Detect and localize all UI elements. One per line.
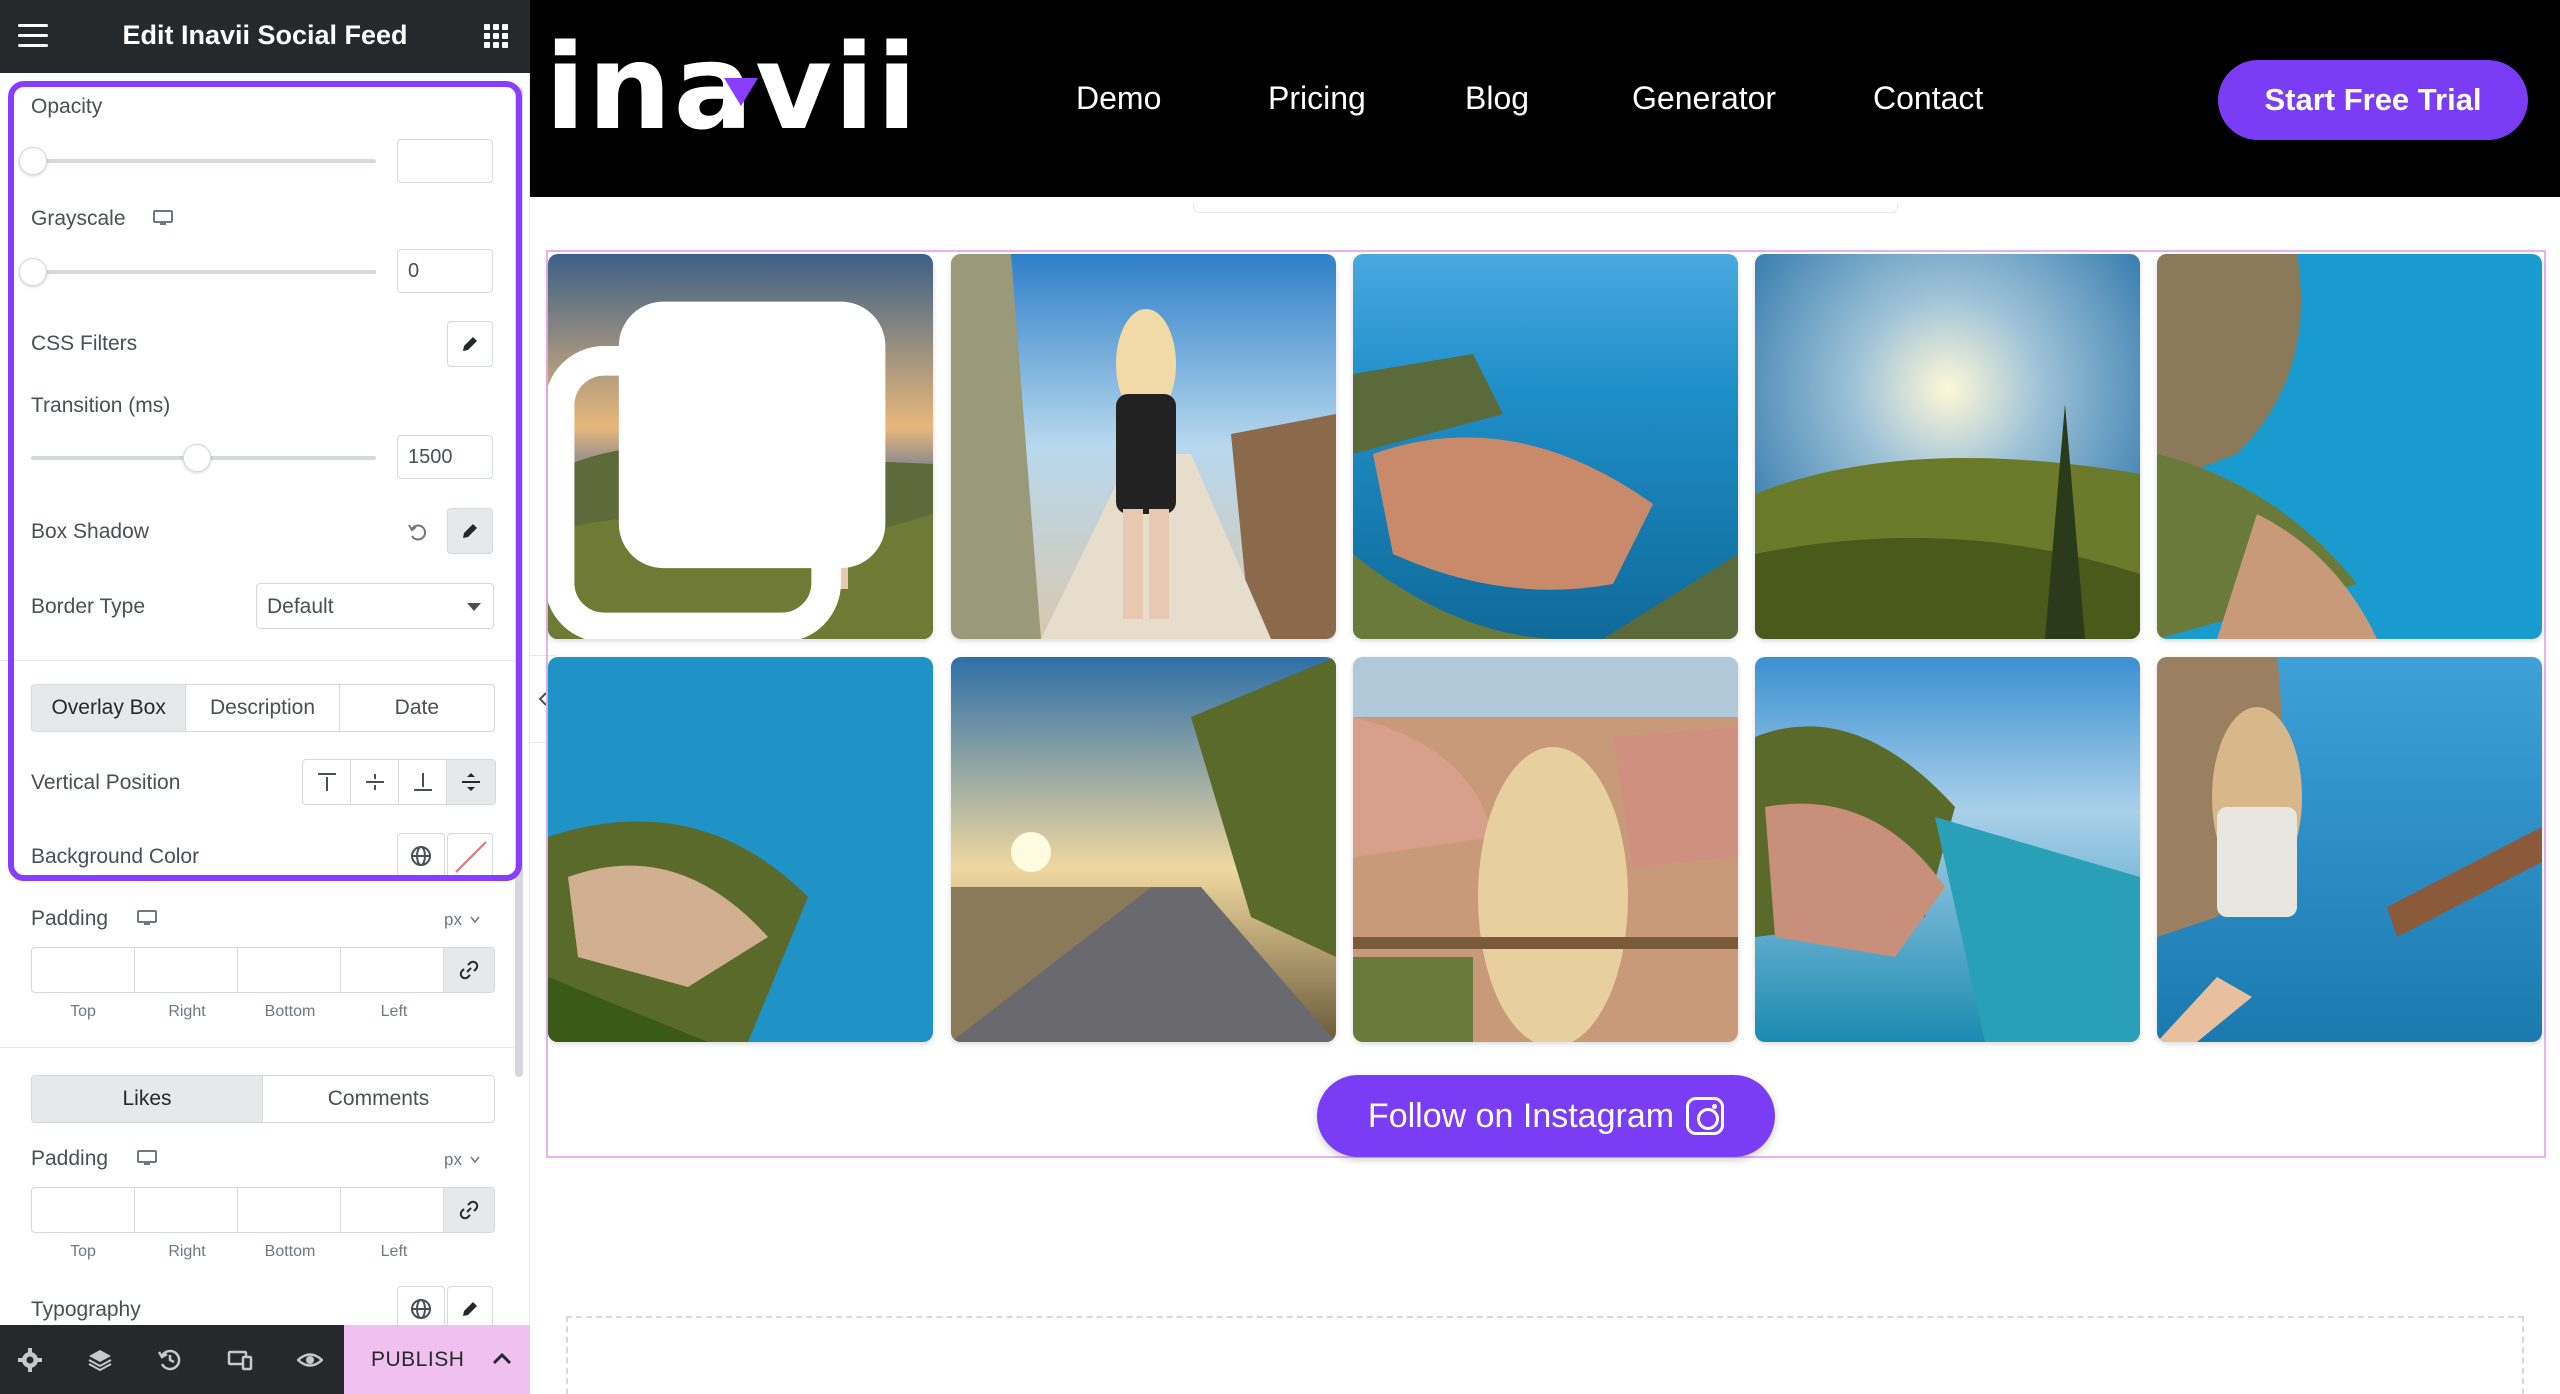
padding-bottom-input[interactable] <box>238 948 341 992</box>
nav-demo[interactable]: Demo <box>1076 80 1161 117</box>
padding-inputs-2 <box>31 1187 495 1233</box>
padding-label-2: Padding <box>31 1147 109 1170</box>
padding-right-caption: Right <box>168 1003 206 1020</box>
feed-photo-image <box>951 657 1336 1042</box>
pencil-icon <box>463 1302 477 1316</box>
feed-photo[interactable] <box>951 657 1336 1042</box>
padding-right-input[interactable] <box>135 948 238 992</box>
likes-comments-tabs: Likes Comments <box>31 1075 495 1123</box>
monitor-icon[interactable] <box>137 1150 157 1166</box>
feed-photo[interactable] <box>2157 254 2542 639</box>
chevron-up-icon[interactable] <box>490 1347 514 1371</box>
padding-bottom-input-2[interactable] <box>238 1188 341 1232</box>
chevron-down-icon <box>470 1156 480 1164</box>
feed-photo-image <box>1755 254 2140 639</box>
gear-icon[interactable] <box>17 1347 43 1373</box>
nav-generator[interactable]: Generator <box>1632 80 1776 117</box>
padding-unit-select[interactable]: px <box>444 910 462 930</box>
padding-left-input[interactable] <box>341 948 444 992</box>
publish-button[interactable]: PUBLISH <box>344 1325 530 1394</box>
responsive-icon[interactable] <box>227 1347 253 1373</box>
nav-contact[interactable]: Contact <box>1873 80 1983 117</box>
feed-photo[interactable] <box>1353 254 1738 639</box>
feed-photo-image <box>951 254 1336 639</box>
padding-link-button-2[interactable] <box>444 1188 494 1232</box>
feed-photo[interactable] <box>1755 657 2140 1042</box>
grid-icon[interactable] <box>484 24 508 48</box>
link-icon <box>459 960 479 980</box>
feed-photo-image <box>548 657 933 1042</box>
editor-panel: Edit Inavii Social Feed Opacity Grayscal… <box>0 0 530 1394</box>
padding-left-input-2[interactable] <box>341 1188 444 1232</box>
padding-bottom-caption-2: Bottom <box>264 1243 316 1260</box>
typography-edit-button[interactable] <box>447 1286 493 1325</box>
panel-header: Edit Inavii Social Feed <box>0 0 530 73</box>
empty-section-placeholder[interactable] <box>566 1316 2524 1394</box>
instagram-icon <box>1686 1097 1725 1135</box>
padding-right-input-2[interactable] <box>135 1188 238 1232</box>
global-typography-button[interactable] <box>397 1286 445 1325</box>
feed-photo[interactable] <box>548 657 933 1042</box>
app: Edit Inavii Social Feed Opacity Grayscal… <box>0 0 2560 1394</box>
selection-highlight <box>8 81 522 881</box>
history-icon[interactable] <box>157 1347 183 1373</box>
feed-photo-image <box>2157 657 2542 1042</box>
padding-inputs <box>31 947 495 993</box>
padding-bottom-caption: Bottom <box>264 1003 316 1020</box>
feed-photo[interactable] <box>1353 657 1738 1042</box>
logo-accent <box>724 78 758 106</box>
feed-photo[interactable] <box>548 254 933 639</box>
feed-photo[interactable] <box>1755 254 2140 639</box>
padding-label: Padding <box>31 907 109 930</box>
start-free-trial-button[interactable]: Start Free Trial <box>2218 60 2528 140</box>
padding-left-caption: Left <box>380 1003 408 1020</box>
follow-label: Follow on Instagram <box>1367 1096 1675 1135</box>
publish-label: PUBLISH <box>371 1348 465 1371</box>
padding-top-input[interactable] <box>32 948 135 992</box>
padding-left-caption-2: Left <box>380 1243 408 1260</box>
feed-photo-image <box>2157 254 2542 639</box>
section-edge <box>1193 203 1898 213</box>
typography-label: Typography <box>31 1298 141 1321</box>
divider <box>0 1047 515 1048</box>
layers-icon[interactable] <box>87 1347 113 1373</box>
padding-top-caption-2: Top <box>70 1243 96 1260</box>
chevron-down-icon <box>470 916 480 924</box>
feed-photo[interactable] <box>2157 657 2542 1042</box>
feed-photo-image <box>1755 657 2140 1042</box>
globe-icon <box>411 1299 431 1319</box>
link-icon <box>459 1200 479 1220</box>
tab-comments[interactable]: Comments <box>263 1076 494 1122</box>
monitor-icon[interactable] <box>137 910 157 926</box>
feed-photo[interactable] <box>951 254 1336 639</box>
follow-on-instagram-button[interactable]: Follow on Instagram <box>1317 1075 1775 1157</box>
nav-pricing[interactable]: Pricing <box>1268 80 1366 117</box>
padding-link-button[interactable] <box>444 948 494 992</box>
carousel-icon <box>548 301 886 639</box>
padding-top-input-2[interactable] <box>32 1188 135 1232</box>
eye-icon[interactable] <box>297 1347 323 1373</box>
padding-top-caption: Top <box>70 1003 96 1020</box>
tab-likes[interactable]: Likes <box>32 1076 263 1122</box>
panel-footer: PUBLISH <box>0 1325 530 1394</box>
panel-title: Edit Inavii Social Feed <box>122 20 408 50</box>
feed-photo-image <box>1353 254 1738 639</box>
nav-blog[interactable]: Blog <box>1465 80 1529 117</box>
feed-photo-image <box>1353 657 1738 1042</box>
padding-right-caption-2: Right <box>168 1243 206 1260</box>
padding-unit-select-2[interactable]: px <box>444 1150 462 1170</box>
